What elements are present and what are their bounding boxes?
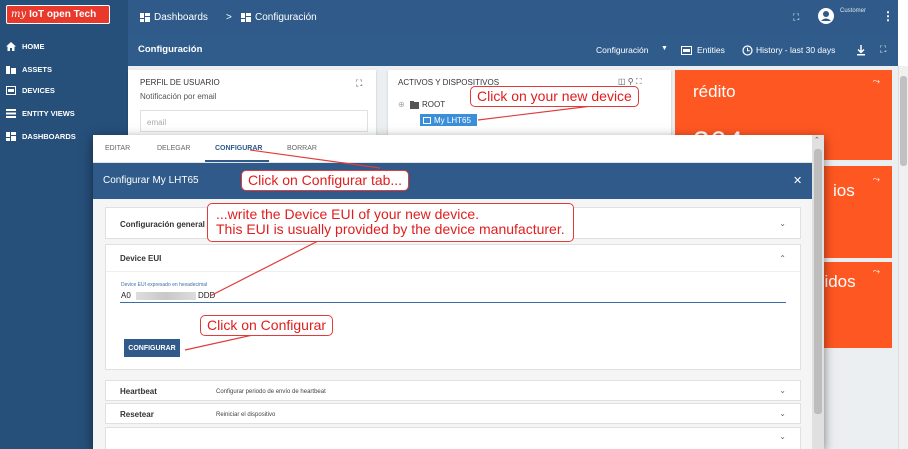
callout-new-device: Click on your new device <box>470 86 639 108</box>
divider <box>106 271 800 272</box>
widget-fullscreen-icon[interactable]: ⛶ <box>356 78 362 89</box>
card-trend-icon: ⤳ <box>872 76 880 86</box>
panel-description: Configurar periodo de envío de heartbeat <box>216 389 326 395</box>
card-trend-icon: ⤳ <box>872 174 880 184</box>
active-tab-indicator <box>205 160 269 162</box>
dashboards-icon <box>6 131 16 141</box>
sidebar-item-assets[interactable]: ASSETS <box>0 59 128 79</box>
panel-description: Reiniciar el dispositivo <box>216 412 276 418</box>
entities-button[interactable]: Entities <box>697 45 725 55</box>
timewindow-button[interactable]: History - last 30 days <box>756 45 835 55</box>
sidebar-item-label: DEVICES <box>22 85 55 95</box>
panel-partial[interactable]: ⌄ <box>105 427 801 449</box>
chevron-up-icon[interactable]: ⌃ <box>779 254 786 263</box>
panel-heartbeat[interactable]: Heartbeat Configurar periodo de envío de… <box>105 380 801 401</box>
logo-prefix: my <box>11 9 27 20</box>
chevron-down-icon[interactable]: ⌄ <box>779 432 786 441</box>
email-placeholder: email <box>147 118 167 127</box>
dialog-scrollbar[interactable]: ⌃ <box>812 135 824 449</box>
page-scrollbar[interactable] <box>898 66 908 449</box>
tab-configurar[interactable]: CONFIGURAR <box>215 145 262 152</box>
dashboard-fullscreen-icon[interactable]: ⛶ <box>880 44 886 55</box>
card-trend-icon: ⤳ <box>872 266 880 276</box>
sidebar-item-label: ASSETS <box>22 64 53 74</box>
tree-expand-icon[interactable]: ⊕ <box>398 100 405 109</box>
home-icon <box>6 41 16 51</box>
folder-icon <box>410 101 419 109</box>
panel-title: Heartbeat <box>120 387 157 396</box>
callout-write-eui: ...write the Device EUI of your new devi… <box>207 203 574 242</box>
account-icon[interactable] <box>818 8 834 24</box>
entity-views-icon <box>6 108 16 118</box>
state-select-arrow-icon[interactable]: ▼ <box>661 45 668 52</box>
tree-root-label[interactable]: ROOT <box>422 100 445 109</box>
eui-redaction-blur <box>136 292 196 300</box>
state-select[interactable]: Configuración <box>596 45 648 55</box>
scroll-up-icon[interactable]: ⌃ <box>814 136 820 144</box>
dialog-scrollbar-thumb[interactable] <box>814 149 822 414</box>
dialog-title: Configurar My LHT65 <box>103 175 199 186</box>
configurar-button[interactable]: CONFIGURAR <box>124 339 180 357</box>
panel-title: Device EUI <box>120 254 162 263</box>
sidebar-item-entity-views[interactable]: ENTITY VIEWS <box>0 103 128 123</box>
sidebar-item-label: ENTITY VIEWS <box>22 108 75 118</box>
app-logo[interactable]: my IoT open Tech <box>6 5 110 24</box>
device-eui-input[interactable]: A0 DDD <box>120 289 786 303</box>
device-icon <box>423 116 431 124</box>
callout-line: This EUI is usually provided by the devi… <box>216 221 565 238</box>
page-scrollbar-thumb[interactable] <box>900 76 907 166</box>
dashboards-icon <box>140 13 150 22</box>
sidebar-item-label: HOME <box>22 41 45 51</box>
widget-subtitle: Notificación por email <box>140 92 217 101</box>
panel-title: Resetear <box>120 410 154 419</box>
chevron-down-icon[interactable]: ⌄ <box>779 409 786 418</box>
field-label: Device EUI expresado en hexadecimal <box>121 282 208 288</box>
history-clock-icon <box>742 45 753 56</box>
sidebar-item-label: DASHBOARDS <box>22 131 76 141</box>
breadcrumb-separator: > <box>226 12 232 23</box>
device-label: My LHT65 <box>434 115 471 125</box>
eui-value-start: A0 <box>121 291 131 300</box>
more-vert-icon[interactable]: ⋮ <box>882 9 894 23</box>
close-icon[interactable]: ✕ <box>793 174 802 187</box>
breadcrumb-root[interactable]: Dashboards <box>154 12 208 23</box>
panel-device-eui: Device EUI ⌃ Device EUI expresado en hex… <box>105 244 801 370</box>
callout-configurar-tab: Click on Configurar tab... <box>241 170 410 192</box>
tree-device-node[interactable]: My LHT65 <box>420 114 477 126</box>
tab-borrar[interactable]: BORRAR <box>287 145 317 152</box>
dashboard-toolbar: Configuración Configuración ▼ Entities H… <box>128 34 898 66</box>
chevron-down-icon[interactable]: ⌄ <box>779 219 786 228</box>
user-role: Customer <box>840 8 867 14</box>
fullscreen-icon[interactable]: ⛶ <box>793 12 799 23</box>
assets-icon <box>6 65 16 74</box>
card-label: ios <box>833 181 855 200</box>
configure-device-dialog: EDITAR DELEGAR CONFIGURAR BORRAR Configu… <box>93 135 824 449</box>
dashboards-icon <box>241 13 251 22</box>
email-field[interactable]: email <box>140 110 368 132</box>
download-icon[interactable] <box>856 45 866 56</box>
tab-delegar[interactable]: DELEGAR <box>157 145 190 152</box>
panel-title: Configuración general <box>120 220 205 229</box>
devices-icon <box>6 85 16 95</box>
panel-reset[interactable]: Resetear Reiniciar el dispositivo ⌄ <box>105 403 801 424</box>
dialog-tabs: EDITAR DELEGAR CONFIGURAR BORRAR <box>93 135 812 163</box>
profile-widget: PERFIL DE USUARIO Notificación por email… <box>128 70 376 140</box>
logo-text: IoT open Tech <box>29 9 97 20</box>
page-title: Configuración <box>138 44 203 55</box>
callout-line: ...write the Device EUI of your new devi… <box>216 206 479 222</box>
sidebar-item-devices[interactable]: DEVICES <box>0 80 128 100</box>
card-label: rédito <box>693 82 736 101</box>
dialog-header: Configurar My LHT65 ✕ <box>93 163 812 199</box>
chevron-down-icon[interactable]: ⌄ <box>779 386 786 395</box>
widget-title: PERFIL DE USUARIO <box>140 78 220 87</box>
sidebar-item-home[interactable]: HOME <box>0 36 128 56</box>
entities-icon <box>681 46 692 55</box>
callout-click-configurar: Click on Configurar <box>200 315 334 337</box>
eui-value-end: DDD <box>198 291 216 300</box>
top-bar: Dashboards > Configuración ⛶ Customer ⋮ <box>128 0 898 34</box>
tab-editar[interactable]: EDITAR <box>105 145 130 152</box>
breadcrumb-current: Configuración <box>255 12 317 23</box>
